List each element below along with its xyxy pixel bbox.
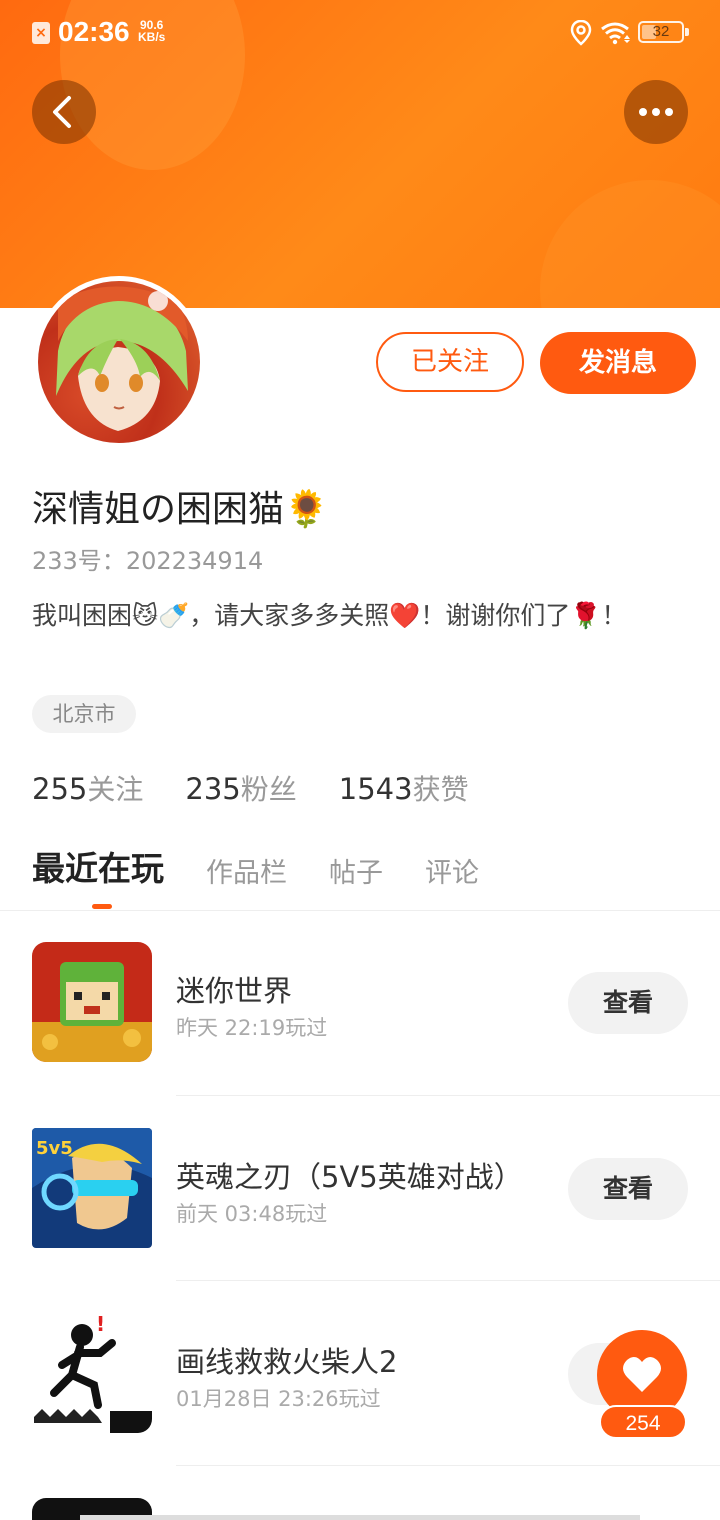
notification-icon: ×: [32, 22, 50, 44]
avatar-image: [56, 286, 188, 431]
game-icon-mini-world: [32, 942, 152, 1062]
game-title: 迷你世界: [176, 974, 293, 1008]
stat-value: 255: [32, 772, 88, 806]
location-icon: [570, 20, 592, 46]
user-id-label: 233号：: [32, 547, 126, 575]
chevron-left-icon: [53, 96, 71, 128]
svg-text:5v5: 5v5: [36, 1138, 73, 1159]
list-item[interactable]: 迷你世界 昨天 22:19玩过 查看: [0, 942, 720, 1128]
stat-label: 获赞: [412, 773, 469, 806]
back-button[interactable]: [32, 80, 96, 144]
location-tag: 北京市: [32, 695, 136, 733]
tab-recently-played[interactable]: 最近在玩: [32, 842, 164, 890]
active-tab-indicator: [92, 904, 112, 909]
stats-row: 255关注 235粉丝 1543获赞: [32, 768, 469, 808]
tab-works[interactable]: 作品栏: [206, 851, 287, 890]
stat-value: 1543: [338, 772, 413, 806]
divider: [176, 1280, 720, 1281]
wifi-icon: [601, 22, 630, 45]
stat-value: 235: [185, 772, 241, 806]
more-options-button[interactable]: [624, 80, 688, 144]
list-item[interactable]: 5v5 英魂之刃（5V5英雄对战） 前天 03:48玩过 查看: [0, 1128, 720, 1314]
avatar[interactable]: [33, 276, 205, 448]
username: 深情姐の困困猫🌻: [32, 489, 329, 530]
svg-text:!: !: [96, 1313, 105, 1336]
stat-label: 关注: [87, 773, 144, 806]
game-title: 画线救救火柴人2: [176, 1345, 398, 1379]
last-played-time: 昨天 22:19玩过: [176, 1016, 328, 1040]
view-button[interactable]: 查看: [568, 972, 688, 1034]
tab-comments[interactable]: 评论: [425, 851, 479, 890]
last-played-time: 01月28日 23:26玩过: [176, 1387, 381, 1411]
battery-indicator: 32: [638, 21, 689, 43]
status-bar: × 02:36 90.6 KB/s 32: [0, 0, 720, 66]
network-speed: 90.6 KB/s: [138, 19, 165, 43]
profile-tabs: 最近在玩 作品栏 帖子 评论: [32, 846, 479, 890]
stat-following[interactable]: 255关注: [32, 768, 143, 808]
network-speed-unit: KB/s: [138, 30, 166, 44]
divider: [176, 1465, 720, 1466]
divider: [0, 910, 720, 911]
send-message-button[interactable]: 发消息: [540, 332, 696, 394]
user-bio: 我叫困困😼🍼，请大家多多关照❤️！谢谢你们了🌹！: [32, 601, 627, 630]
stat-fans[interactable]: 235粉丝: [185, 768, 296, 808]
tab-posts[interactable]: 帖子: [329, 851, 383, 890]
game-icon-stickman: !: [32, 1313, 152, 1433]
game-icon-soul-blade: 5v5: [32, 1128, 152, 1248]
view-button[interactable]: 查看: [568, 1158, 688, 1220]
banner-decoration: [540, 180, 720, 308]
more-dots-icon: [639, 108, 673, 116]
like-count: 254: [599, 1405, 687, 1439]
user-id: 233号：202234914: [32, 541, 263, 576]
user-id-value: 202234914: [125, 547, 264, 575]
stat-label: 粉丝: [240, 773, 297, 806]
following-button[interactable]: 已关注: [376, 332, 524, 392]
battery-level: 32: [652, 23, 670, 40]
status-time: 02:36: [58, 16, 130, 47]
divider: [176, 1095, 720, 1096]
stat-likes: 1543获赞: [339, 768, 469, 808]
game-title: 英魂之刃（5V5英雄对战）: [176, 1160, 523, 1194]
loading-placeholder: [80, 1515, 640, 1520]
last-played-time: 前天 03:48玩过: [176, 1202, 328, 1226]
